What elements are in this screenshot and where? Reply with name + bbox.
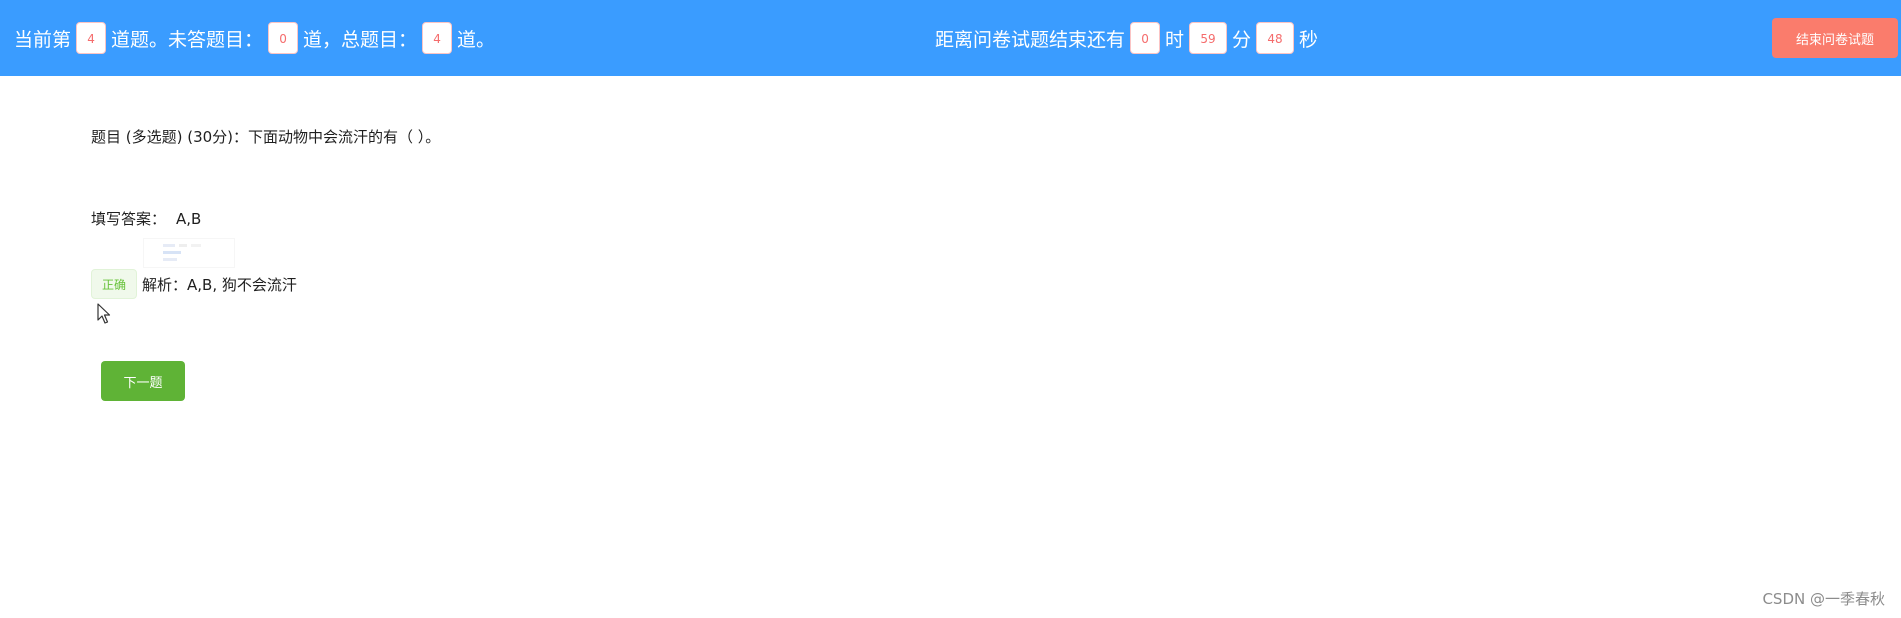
exam-header: 当前第 4 道题。未答题目： 0 道，总题目： 4 道。 距离问卷试题结束还有 … <box>0 0 1901 76</box>
current-question-number: 4 <box>76 22 107 54</box>
answer-label: 填写答案： <box>91 210 167 228</box>
seconds-unit: 秒 <box>1299 28 1319 51</box>
correct-status-tag: 正确 <box>91 269 138 299</box>
unanswered-count: 0 <box>268 22 299 54</box>
faded-preview-graphic <box>143 238 235 268</box>
total-question-count: 4 <box>422 22 453 54</box>
hours-unit: 时 <box>1165 28 1185 51</box>
mouse-pointer-icon <box>97 303 111 324</box>
countdown-seconds: 48 <box>1256 22 1295 54</box>
unanswered-suffix: 道，总题目： <box>303 28 418 51</box>
answer-value: A,B <box>176 210 202 228</box>
countdown-timer: 距离问卷试题结束还有 0 时 59 分 48 秒 <box>935 0 1318 76</box>
countdown-hours: 0 <box>1130 22 1161 54</box>
countdown-label: 距离问卷试题结束还有 <box>935 28 1126 51</box>
minutes-unit: 分 <box>1232 28 1252 51</box>
progress-prefix: 当前第 <box>14 28 72 51</box>
question-text: 题目 (多选题) (30分)：下面动物中会流汗的有（ ）。 <box>91 128 441 146</box>
csdn-watermark: CSDN @一季春秋 <box>1762 590 1885 608</box>
answer-row: 填写答案： A,B <box>91 208 201 229</box>
progress-middle-text: 道题。未答题目： <box>111 28 264 51</box>
countdown-minutes: 59 <box>1189 22 1228 54</box>
next-question-button[interactable]: 下一题 <box>101 361 185 401</box>
progress-info: 当前第 4 道题。未答题目： 0 道，总题目： 4 道。 <box>14 0 495 76</box>
end-exam-button[interactable]: 结束问卷试题 <box>1772 18 1898 58</box>
analysis-row: 正确 解析：A,B, 狗不会流汗 <box>91 269 297 299</box>
total-suffix: 道。 <box>457 28 496 51</box>
analysis-text: 解析：A,B, 狗不会流汗 <box>142 275 297 294</box>
